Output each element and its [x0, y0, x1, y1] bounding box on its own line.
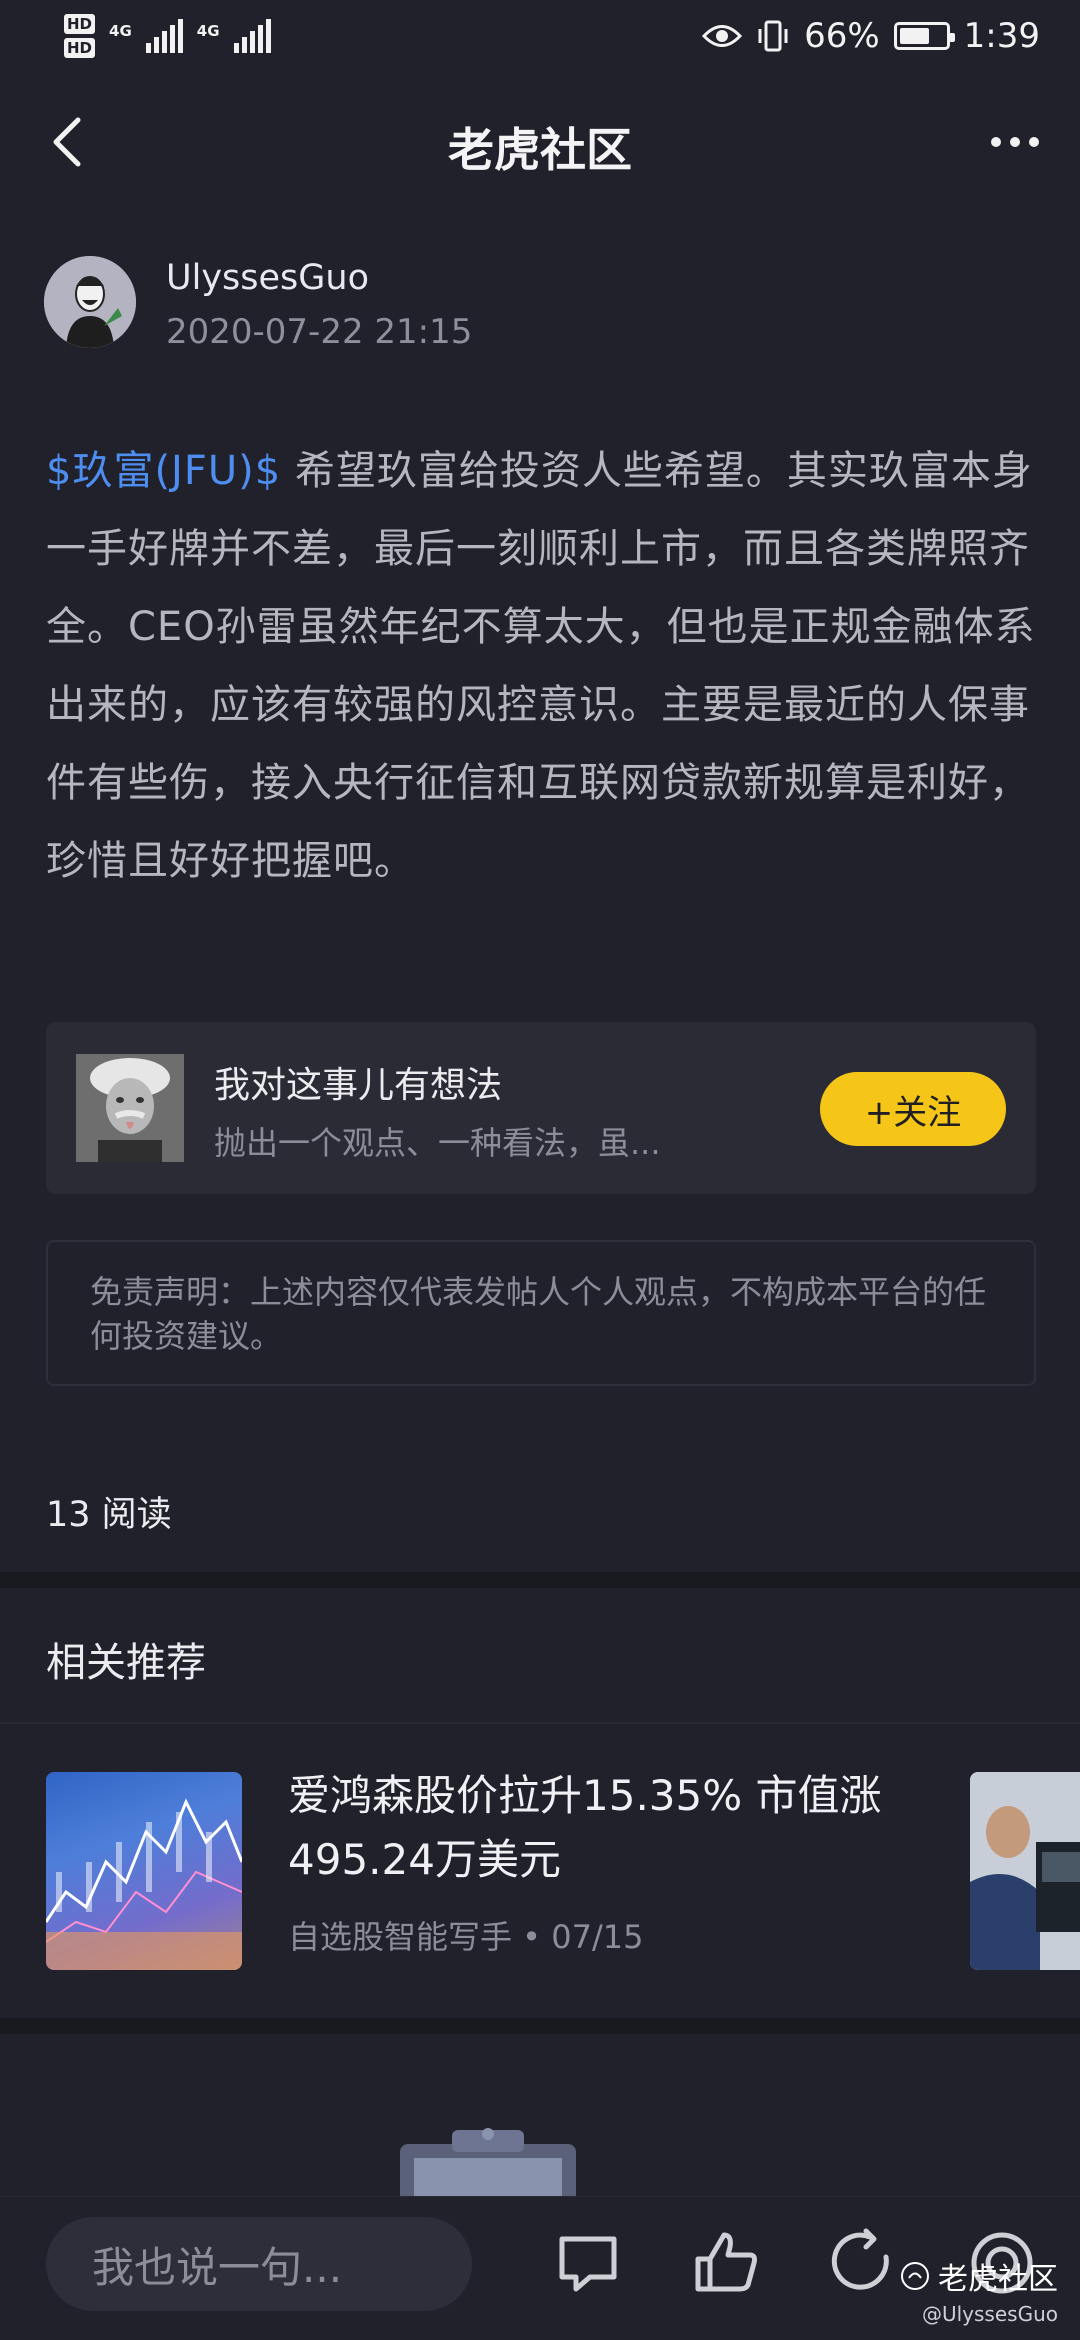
watermark-handle: @UlyssesGuo — [921, 2302, 1058, 2326]
author-info: UlyssesGuo 2020-07-22 21:15 — [166, 256, 472, 354]
recommend-thumbnail — [46, 1772, 242, 1970]
more-dot — [1029, 137, 1039, 147]
author-header: UlyssesGuo 2020-07-22 21:15 — [44, 256, 472, 354]
section-divider — [0, 2018, 1080, 2034]
hd2-badge: HD — [64, 38, 96, 58]
user-card[interactable]: 我对这事儿有想法 抛出一个观点、一种看法，虽... +关注 — [46, 1022, 1036, 1194]
trader-image — [970, 1772, 1080, 1970]
thumbs-up-icon — [695, 2232, 757, 2292]
post-timestamp: 2020-07-22 21:15 — [166, 312, 473, 352]
status-right: 66% 1:39 — [702, 16, 1040, 56]
clipboard-illustration — [400, 2126, 580, 2204]
recommend-headline: 爱鸿森股价拉升15.35% 市值涨495.24万美元 — [288, 1771, 882, 1884]
follow-button[interactable]: +关注 — [820, 1072, 1006, 1146]
battery-icon — [893, 22, 955, 50]
more-button[interactable] — [980, 112, 1050, 172]
clipboard-icon — [400, 2128, 576, 2204]
signal-icon — [145, 19, 183, 53]
battery-fill — [899, 28, 929, 44]
author-name[interactable]: UlyssesGuo — [166, 256, 472, 300]
post-text: 希望玖富给投资人些希望。其实玖富本身一手好牌并不差，最后一刻顺利上市，而且各类牌… — [46, 448, 1036, 884]
avatar[interactable] — [44, 256, 136, 348]
nav-bar: 老虎社区 — [0, 92, 1080, 192]
share-button[interactable] — [826, 2227, 898, 2299]
watermark-main: 老虎社区 — [900, 2254, 1058, 2298]
signal-icon-2 — [233, 19, 271, 53]
status-bar: HD HD 4G 4G 66% 1:39 — [0, 0, 1080, 72]
like-button[interactable] — [690, 2227, 762, 2299]
recommend-meta: 自选股智能写手 • 07/15 — [288, 1918, 644, 1956]
recommend-section-title: 相关推荐 — [46, 1640, 206, 1686]
stock-chart-image — [46, 1772, 242, 1970]
bottom-bar: 我也说一句... 老虎社区 @UlyssesGuo — [0, 2196, 1080, 2340]
user-card-avatar — [76, 1054, 184, 1162]
post-body: $玖富(JFU)$ 希望玖富给投资人些希望。其实玖富本身一手好牌并不差，最后一刻… — [46, 432, 1036, 900]
battery-percent: 66% — [804, 16, 880, 56]
watermark: 老虎社区 @UlyssesGuo — [900, 2254, 1058, 2326]
page-title: 老虎社区 — [448, 123, 632, 177]
hd-indicator: HD HD — [64, 12, 96, 60]
recommend-item[interactable]: 爱鸿森股价拉升15.35% 市值涨495.24万美元 自选股智能写手 • 07/… — [46, 1771, 1080, 1972]
vibrate-icon — [758, 20, 788, 52]
network-type-2: 4G — [196, 22, 220, 40]
comment-icon — [559, 2236, 617, 2292]
read-count: 13 阅读 — [46, 1495, 172, 1535]
avatar-image — [44, 256, 136, 348]
user-card-title: 我对这事儿有想法 — [214, 1065, 503, 1106]
network-type-1: 4G — [109, 22, 132, 40]
stock-ticker-link[interactable]: $玖富(JFU)$ — [46, 448, 281, 494]
more-dot — [1010, 137, 1020, 147]
divider — [0, 1722, 1080, 1724]
disclaimer: 免责声明：上述内容仅代表发帖人个人观点，不构成本平台的任何投资建议。 — [46, 1240, 1036, 1386]
more-dot — [991, 137, 1001, 147]
clock: 1:39 — [963, 16, 1040, 56]
einstein-image — [76, 1054, 184, 1162]
eye-icon — [702, 25, 743, 47]
section-divider — [0, 1572, 1080, 1588]
tiger-logo-icon — [901, 2262, 929, 2290]
status-left: HD HD 4G 4G — [64, 12, 271, 60]
hd1-badge: HD — [64, 14, 96, 34]
comment-button[interactable] — [552, 2227, 624, 2299]
user-card-subtitle: 抛出一个观点、一种看法，虽... — [214, 1124, 661, 1162]
recommend-thumbnail-next — [970, 1772, 1080, 1970]
comment-input[interactable]: 我也说一句... — [46, 2217, 472, 2311]
watermark-text: 老虎社区 — [938, 2262, 1058, 2297]
share-icon — [831, 2228, 889, 2290]
